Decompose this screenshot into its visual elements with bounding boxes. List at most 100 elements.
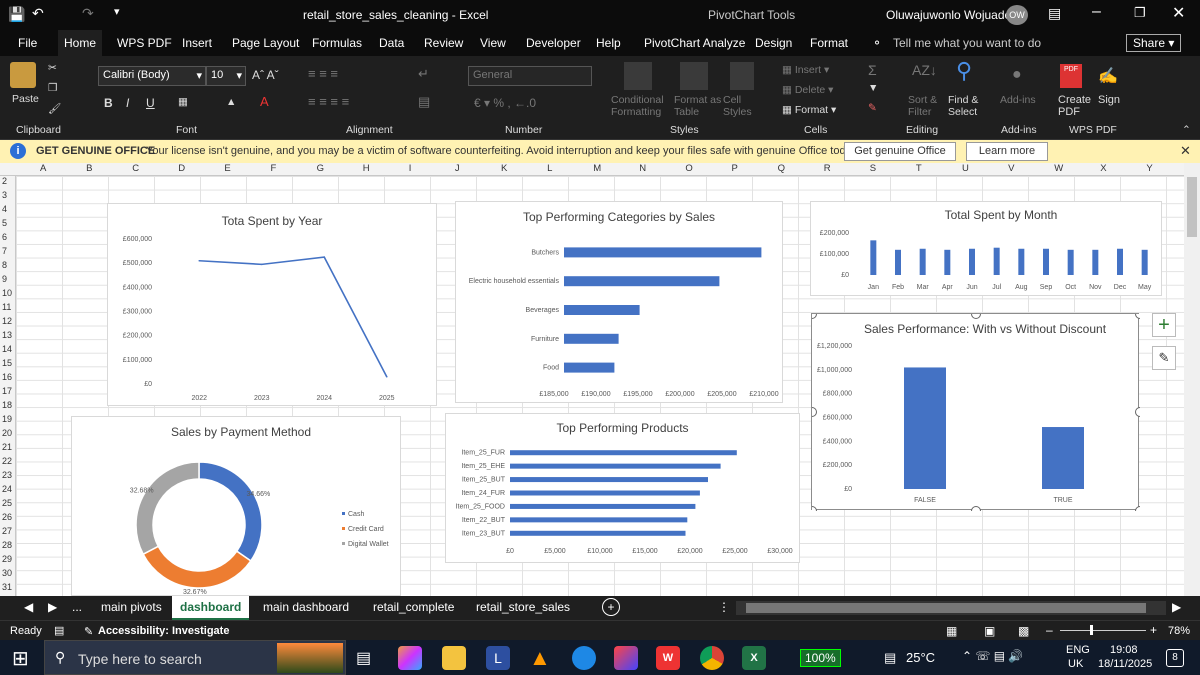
- notifications-icon[interactable]: 8: [1166, 649, 1184, 667]
- column-header[interactable]: D: [178, 163, 185, 174]
- tab-home[interactable]: Home: [58, 30, 103, 56]
- row-header[interactable]: 5: [2, 218, 7, 228]
- wrap-text-icon[interactable]: ↵: [418, 66, 429, 82]
- normal-view-icon[interactable]: ▦: [946, 624, 957, 638]
- align-top-icon[interactable]: ≡ ≡ ≡: [308, 66, 338, 81]
- row-header[interactable]: 4: [2, 204, 7, 214]
- chart-sales-by-payment-method[interactable]: Sales by Payment Method 34.66% 32.67% 32.6…: [71, 416, 401, 596]
- edge-icon[interactable]: [572, 646, 596, 670]
- sheet-tab-main-dashboard[interactable]: main dashboard: [263, 600, 349, 614]
- row-header[interactable]: 23: [2, 470, 12, 480]
- sheet-tab-main-pivots[interactable]: main pivots: [101, 600, 162, 614]
- row-header[interactable]: 9: [2, 274, 7, 284]
- column-header[interactable]: P: [732, 163, 738, 174]
- font-size-select[interactable]: 10 ▾: [206, 66, 246, 86]
- chart-total-spent-by-year[interactable]: Tota Spent by Year £600,000 £500,000 £400,…: [107, 203, 437, 406]
- create-pdf-icon[interactable]: PDF: [1060, 64, 1082, 88]
- sheet-tab-retail-store-sales[interactable]: retail_store_sales: [476, 600, 570, 614]
- row-header[interactable]: 12: [2, 316, 12, 326]
- column-header[interactable]: Y: [1146, 163, 1152, 174]
- file-explorer-icon[interactable]: [442, 646, 466, 670]
- column-header[interactable]: W: [1054, 163, 1063, 174]
- learn-more-button[interactable]: Learn more: [966, 142, 1048, 161]
- column-header[interactable]: M: [593, 163, 601, 174]
- accessibility-status[interactable]: Accessibility: Investigate: [98, 625, 229, 637]
- tab-splitter-icon[interactable]: ⋮: [718, 600, 730, 614]
- copy-icon[interactable]: ❐: [48, 82, 57, 94]
- ribbon-display-icon[interactable]: ▤: [1048, 5, 1061, 22]
- tab-insert[interactable]: Insert: [182, 36, 212, 50]
- clock-time[interactable]: 19:08: [1110, 644, 1138, 656]
- column-header[interactable]: C: [132, 163, 139, 174]
- macro-record-icon[interactable]: ▤: [54, 624, 64, 637]
- language-region[interactable]: UK: [1068, 658, 1083, 670]
- row-header[interactable]: 7: [2, 246, 7, 256]
- language-code[interactable]: ENG: [1066, 644, 1090, 656]
- row-header[interactable]: 25: [2, 498, 12, 508]
- conditional-formatting-label[interactable]: Conditional Formatting: [611, 94, 664, 118]
- create-pdf-label[interactable]: Create PDF: [1058, 94, 1091, 118]
- tab-design[interactable]: Design: [755, 36, 792, 50]
- tray-icons[interactable]: ⌃ ☏ ▤ 🔊: [962, 649, 1023, 663]
- column-header[interactable]: T: [916, 163, 922, 174]
- add-sheet-icon[interactable]: +: [602, 598, 620, 616]
- find-select-icon[interactable]: ⚲: [956, 58, 972, 84]
- undo-icon[interactable]: ↶: [32, 5, 44, 22]
- vlc-icon[interactable]: ▲: [529, 645, 551, 671]
- format-table-label[interactable]: Format as Table: [674, 94, 721, 118]
- temperature[interactable]: 25°C: [906, 650, 935, 665]
- row-header[interactable]: 17: [2, 386, 12, 396]
- row-header[interactable]: 31: [2, 582, 12, 592]
- zoom-level[interactable]: 78%: [1168, 625, 1190, 637]
- number-format-select[interactable]: General: [468, 66, 592, 86]
- close-message-icon[interactable]: ✕: [1180, 143, 1191, 159]
- addins-label[interactable]: Add-ins: [1000, 94, 1036, 106]
- tab-wps-pdf[interactable]: WPS PDF: [117, 36, 172, 50]
- row-header[interactable]: 14: [2, 344, 12, 354]
- borders-icon[interactable]: ▦: [178, 96, 188, 108]
- column-header[interactable]: H: [363, 163, 370, 174]
- avatar[interactable]: OW: [1006, 5, 1028, 25]
- column-header[interactable]: X: [1100, 163, 1106, 174]
- chart-sales-performance-discount[interactable]: Sales Performance: With vs Without Disco…: [811, 313, 1140, 511]
- align-center-icon[interactable]: ≡ ≡ ≡ ≡: [308, 94, 349, 109]
- fill-color-icon[interactable]: ▲: [226, 96, 236, 108]
- currency-icon[interactable]: € ▾ % , ←.0: [474, 96, 536, 110]
- row-header[interactable]: 10: [2, 288, 12, 298]
- chart-total-spent-by-month[interactable]: Total Spent by Month £200,000 £100,000 £0 J…: [810, 201, 1162, 296]
- zoom-badge[interactable]: 100%: [800, 649, 841, 667]
- fill-icon[interactable]: ▼: [868, 82, 878, 94]
- column-header[interactable]: S: [870, 163, 876, 174]
- tab-data[interactable]: Data: [379, 36, 404, 50]
- zoom-in-icon[interactable]: +: [1150, 623, 1157, 637]
- row-header[interactable]: 22: [2, 456, 12, 466]
- chart-top-categories[interactable]: Top Performing Categories by Sales Butch…: [455, 201, 783, 403]
- weather-icon[interactable]: ▤: [884, 650, 896, 666]
- sort-filter-label[interactable]: Sort & Filter: [908, 94, 937, 118]
- format-painter-icon[interactable]: 🖌: [48, 102, 61, 115]
- row-header[interactable]: 21: [2, 442, 12, 452]
- tab-view[interactable]: View: [480, 36, 506, 50]
- sign-label[interactable]: Sign: [1098, 94, 1120, 106]
- accessibility-icon[interactable]: ✎: [84, 625, 93, 638]
- column-header[interactable]: U: [962, 163, 969, 174]
- minimize-icon[interactable]: –: [1092, 3, 1101, 21]
- column-header[interactable]: F: [271, 163, 277, 174]
- zoom-slider-thumb[interactable]: [1090, 625, 1093, 635]
- addins-icon[interactable]: ●: [1012, 66, 1022, 84]
- chart-elements-button[interactable]: +: [1152, 313, 1176, 337]
- cut-icon[interactable]: ✂: [48, 62, 57, 74]
- cell-styles-icon[interactable]: [730, 62, 754, 90]
- font-color-icon[interactable]: A: [260, 94, 269, 109]
- save-icon[interactable]: 💾: [8, 6, 25, 23]
- row-header[interactable]: 20: [2, 428, 12, 438]
- row-header[interactable]: 15: [2, 358, 12, 368]
- close-icon[interactable]: ✕: [1172, 3, 1185, 23]
- column-header[interactable]: L: [547, 163, 552, 174]
- column-header[interactable]: V: [1008, 163, 1014, 174]
- wps-icon[interactable]: W: [656, 646, 680, 670]
- sheet-more-icon[interactable]: ...: [72, 600, 82, 614]
- page-layout-view-icon[interactable]: ▣: [984, 624, 995, 638]
- format-table-icon[interactable]: [680, 62, 708, 90]
- page-break-view-icon[interactable]: ▩: [1018, 624, 1029, 638]
